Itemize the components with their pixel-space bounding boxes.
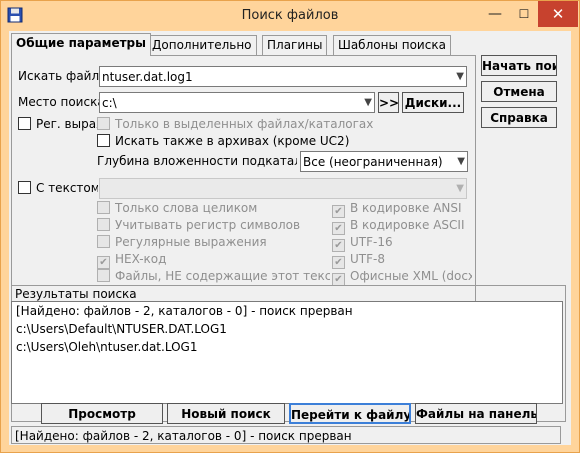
checkbox-square — [97, 201, 110, 214]
checkmark-icon: ✔ — [332, 205, 345, 218]
checkbox-square — [97, 269, 110, 282]
help-button[interactable]: Справка — [481, 107, 557, 128]
search-archives-label: Искать также в архивах (кроме UC2) — [115, 134, 350, 148]
with-text-combobox[interactable]: ▼ — [99, 178, 467, 199]
chevron-down-icon[interactable]: ▼ — [364, 96, 372, 110]
results-list[interactable]: [Найдено: файлов - 2, каталогов - 0] - п… — [11, 301, 563, 404]
search-for-combobox[interactable]: ntuser.dat.log1 ▼ — [99, 66, 467, 87]
view-button[interactable]: Просмотр — [41, 403, 163, 424]
not-containing-label: Файлы, НЕ содержащие этот текст — [115, 269, 330, 283]
search-in-label: Место поиска: — [18, 95, 109, 109]
checkbox-square — [97, 235, 110, 248]
depth-value: Все (неограниченная) — [303, 155, 443, 169]
regular-expressions-label: Регулярные выражения — [115, 235, 267, 249]
goto-file-button[interactable]: Перейти к файлу — [289, 403, 411, 424]
only-selected-checkbox[interactable]: Только в выделенных файлах/каталогах — [97, 117, 378, 131]
chevron-down-icon[interactable]: ▼ — [456, 182, 464, 196]
utf8-label: UTF-8 — [350, 252, 385, 266]
search-dialog-window: Поиск файлов — ☐ ✕ Общие параметры Допол… — [0, 0, 580, 453]
checkmark-icon: ✔ — [332, 256, 345, 269]
search-for-value: ntuser.dat.log1 — [102, 70, 193, 84]
drives-button[interactable]: Диски... — [402, 92, 464, 113]
checkbox-square — [97, 117, 110, 130]
with-text-checkbox[interactable]: С текстом: — [18, 181, 98, 195]
tab-advanced[interactable]: Дополнительно — [147, 35, 257, 55]
results-title: Результаты поиска — [15, 287, 137, 301]
match-case-label: Учитывать регистр символов — [115, 218, 301, 232]
whole-words-checkbox[interactable]: Только слова целиком — [97, 201, 257, 215]
only-selected-label: Только в выделенных файлах/каталогах — [115, 117, 374, 131]
checkbox-square — [18, 181, 31, 194]
search-archives-checkbox[interactable]: Искать также в архивах (кроме UC2) — [97, 134, 349, 148]
utf16-checkbox[interactable]: ✔ UTF-16 — [332, 235, 393, 252]
office-xml-label: Офисные XML (docx) — [350, 269, 472, 283]
hex-code-checkbox[interactable]: ✔ HEX-код — [97, 252, 166, 269]
checkmark-icon: ✔ — [332, 239, 345, 252]
title-bar[interactable]: Поиск файлов — ☐ ✕ — [1, 1, 579, 31]
result-line[interactable]: [Найдено: файлов - 2, каталогов - 0] - п… — [16, 304, 353, 318]
search-in-combobox[interactable]: c:\ ▼ — [99, 92, 375, 113]
new-search-button[interactable]: Новый поиск — [167, 403, 285, 424]
encoding-ansi-label: В кодировке ANSI — [350, 201, 462, 215]
start-search-button[interactable]: Начать поиск — [481, 55, 557, 76]
encoding-ascii-checkbox[interactable]: ✔ В кодировке ASCII — [332, 218, 472, 235]
with-text-label: С текстом: — [36, 181, 98, 195]
chevron-down-icon[interactable]: ▼ — [457, 155, 465, 169]
not-containing-checkbox[interactable]: Файлы, НЕ содержащие этот текст — [97, 269, 330, 283]
whole-words-label: Только слова целиком — [115, 201, 258, 215]
cancel-button[interactable]: Отмена — [481, 81, 557, 102]
hex-code-label: HEX-код — [115, 252, 167, 266]
utf8-checkbox[interactable]: ✔ UTF-8 — [332, 252, 385, 269]
regular-expressions-checkbox[interactable]: Регулярные выражения — [97, 235, 267, 249]
checkbox-square — [97, 134, 110, 147]
minimize-button[interactable]: — — [480, 1, 510, 27]
chevron-down-icon[interactable]: ▼ — [456, 70, 464, 84]
depth-label: Глубина вложенности подкаталогов: — [97, 154, 297, 168]
match-case-checkbox[interactable]: Учитывать регистр символов — [97, 218, 300, 232]
checkmark-icon: ✔ — [332, 222, 345, 235]
office-xml-checkbox[interactable]: ✔ Офисные XML (docx) — [332, 269, 472, 286]
result-line[interactable]: c:\Users\Oleh\ntuser.dat.LOG1 — [16, 340, 197, 354]
dialog-client-area: Общие параметры Дополнительно Плагины Ша… — [9, 31, 571, 445]
checkmark-icon: ✔ — [97, 256, 110, 269]
files-to-panel-button[interactable]: Файлы на панель — [415, 403, 537, 424]
encoding-ansi-checkbox[interactable]: ✔ В кодировке ANSI — [332, 201, 472, 218]
status-bar: [Найдено: файлов - 2, каталогов - 0] - п… — [11, 426, 561, 444]
encoding-ascii-label: В кодировке ASCII — [350, 218, 465, 232]
maximize-button[interactable]: ☐ — [510, 1, 538, 27]
tab-general[interactable]: Общие параметры — [11, 33, 151, 56]
tab-templates[interactable]: Шаблоны поиска — [333, 35, 451, 55]
checkbox-square — [97, 218, 110, 231]
result-line[interactable]: c:\Users\Default\NTUSER.DAT.LOG1 — [16, 322, 227, 336]
close-button[interactable]: ✕ — [538, 1, 578, 27]
utf16-label: UTF-16 — [350, 235, 393, 249]
general-tab-panel: Искать файлы: ntuser.dat.log1 ▼ Место по… — [11, 55, 476, 304]
search-in-value: c:\ — [102, 96, 117, 110]
tab-plugins[interactable]: Плагины — [262, 35, 328, 55]
browse-button[interactable]: >> — [378, 92, 399, 113]
depth-combobox[interactable]: Все (неограниченная) ▼ — [300, 151, 468, 172]
checkbox-square — [18, 117, 31, 130]
